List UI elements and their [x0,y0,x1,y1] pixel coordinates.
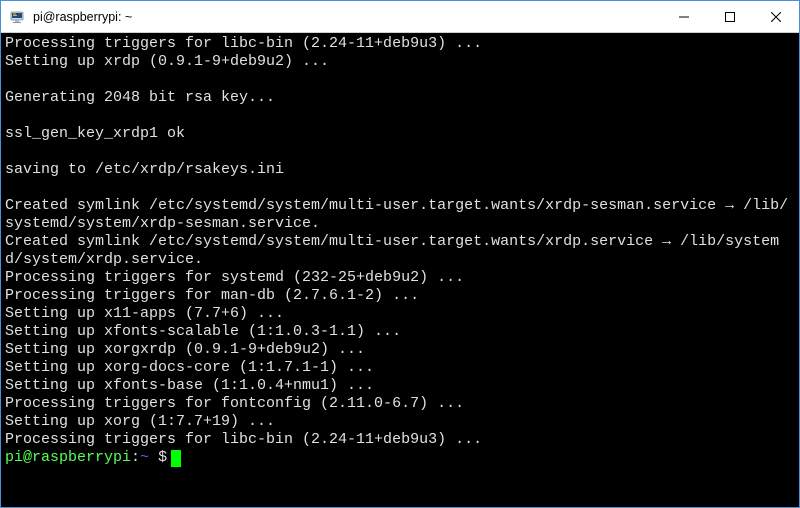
window-title: pi@raspberrypi: ~ [31,10,661,24]
window-controls [661,1,799,32]
prompt-dollar: $ [158,449,167,467]
maximize-button[interactable] [707,1,753,32]
minimize-button[interactable] [661,1,707,32]
terminal-output: Processing triggers for libc-bin (2.24-1… [5,35,788,448]
prompt-line: pi@raspberrypi:~ $ [5,449,795,467]
putty-window: pi@raspberrypi: ~ Processing triggers fo… [0,0,800,508]
prompt-user: pi@raspberrypi [5,449,131,467]
titlebar[interactable]: pi@raspberrypi: ~ [1,1,799,33]
cursor-icon [171,450,181,467]
close-button[interactable] [753,1,799,32]
terminal[interactable]: Processing triggers for libc-bin (2.24-1… [1,33,799,507]
prompt-path: ~ [140,449,158,467]
prompt-colon: : [131,449,140,467]
putty-icon [9,9,25,25]
